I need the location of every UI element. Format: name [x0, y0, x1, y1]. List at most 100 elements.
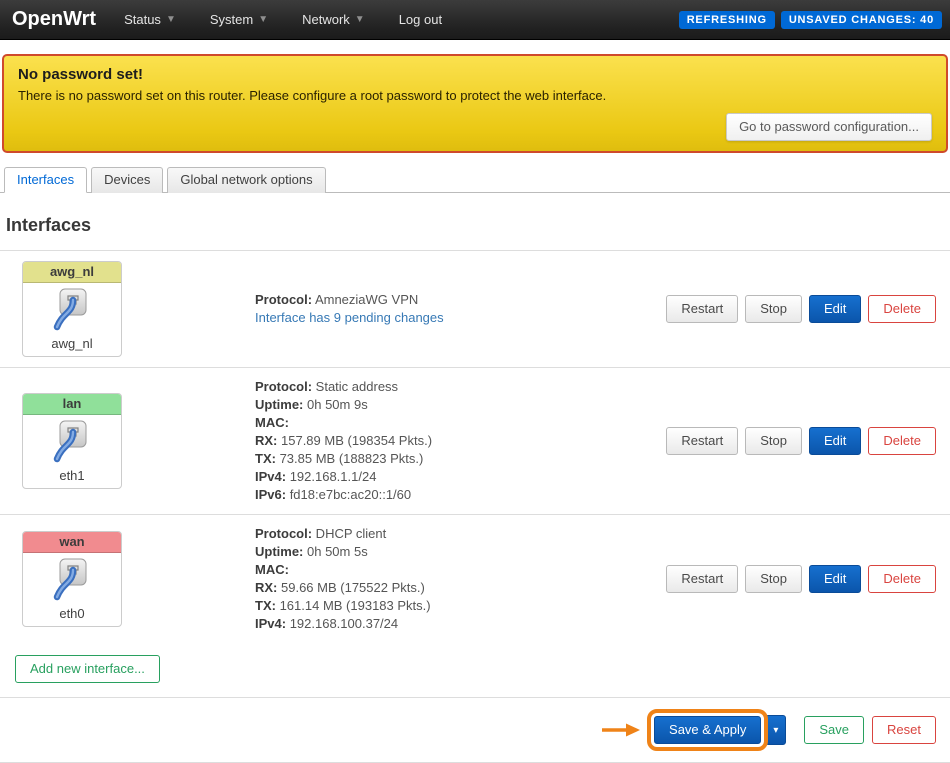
detail-value: 0h 50m 9s	[303, 397, 367, 412]
reset-button[interactable]: Reset	[872, 716, 936, 744]
page-title: Interfaces	[6, 215, 950, 236]
no-password-alert: No password set! There is no password se…	[2, 54, 948, 153]
detail-line: RX: 59.66 MB (175522 Pkts.)	[255, 579, 660, 597]
interface-details: Protocol: DHCP clientUptime: 0h 50m 5sMA…	[255, 525, 660, 633]
detail-label: IPv4:	[255, 616, 286, 631]
detail-label: Protocol:	[255, 292, 312, 307]
interface-row: awg_nl awg_nl Protocol: AmneziaWG VPNInt…	[0, 250, 950, 367]
nav-item-status[interactable]: Status▼	[124, 12, 176, 27]
chevron-down-icon: ▼	[166, 15, 176, 25]
stop-button[interactable]: Stop	[745, 565, 802, 593]
interface-actions: Restart Stop Edit Delete	[660, 565, 950, 593]
delete-button[interactable]: Delete	[868, 427, 936, 455]
detail-line: RX: 157.89 MB (198354 Pkts.)	[255, 432, 660, 450]
interface-status-box: wan eth0	[22, 531, 122, 627]
interface-row: wan eth0 Protocol: DHCP clientUptime: 0h…	[0, 514, 950, 643]
tab-global-network-options[interactable]: Global network options	[167, 167, 325, 193]
interface-name: lan	[23, 394, 121, 415]
interface-actions: Restart Stop Edit Delete	[660, 295, 950, 323]
interface-device: eth1	[25, 468, 119, 483]
detail-value: 0h 50m 5s	[303, 544, 367, 559]
save-apply-button[interactable]: Save & Apply	[654, 716, 761, 744]
interface-name: wan	[23, 532, 121, 553]
annotation-arrow-icon	[600, 722, 642, 738]
nav-item-system[interactable]: System▼	[210, 12, 268, 27]
detail-label: Protocol:	[255, 526, 312, 541]
detail-label: MAC:	[255, 562, 289, 577]
restart-button[interactable]: Restart	[666, 565, 738, 593]
detail-label: IPv4:	[255, 469, 286, 484]
footer-actions: Save & Apply ▾ Save Reset	[0, 697, 950, 763]
nav-status-badges: REFRESHING UNSAVED CHANGES: 40	[679, 11, 942, 29]
detail-line: MAC:	[255, 561, 660, 579]
tab-interfaces[interactable]: Interfaces	[4, 167, 87, 193]
save-apply-dropdown-button[interactable]: ▾	[765, 715, 786, 745]
add-new-interface-button[interactable]: Add new interface...	[15, 655, 160, 683]
detail-label: MAC:	[255, 415, 289, 430]
delete-button[interactable]: Delete	[868, 565, 936, 593]
detail-value: Static address	[312, 379, 398, 394]
tab-devices[interactable]: Devices	[91, 167, 163, 193]
ethernet-port-icon	[49, 557, 95, 605]
network-tabs: InterfacesDevicesGlobal network options	[0, 166, 950, 193]
ethernet-port-icon	[49, 287, 95, 335]
detail-label: IPv6:	[255, 487, 286, 502]
interface-device: eth0	[25, 606, 119, 621]
chevron-down-icon: ▾	[773, 723, 778, 739]
status-badge-unsaved-changes[interactable]: UNSAVED CHANGES: 40	[781, 11, 942, 29]
detail-line: Uptime: 0h 50m 5s	[255, 543, 660, 561]
save-button[interactable]: Save	[804, 716, 864, 744]
interfaces-table: awg_nl awg_nl Protocol: AmneziaWG VPNInt…	[0, 250, 950, 643]
interface-name: awg_nl	[23, 262, 121, 283]
detail-value: 192.168.1.1/24	[286, 469, 376, 484]
restart-button[interactable]: Restart	[666, 427, 738, 455]
detail-line: MAC:	[255, 414, 660, 432]
openwrt-brand[interactable]: OpenWrt	[12, 8, 96, 31]
detail-value: 73.85 MB (188823 Pkts.)	[276, 451, 423, 466]
top-navbar: OpenWrt Status▼ System▼ Network▼ Log out RE…	[0, 0, 950, 40]
detail-label: RX:	[255, 580, 277, 595]
edit-button[interactable]: Edit	[809, 295, 861, 323]
delete-button[interactable]: Delete	[868, 295, 936, 323]
edit-button[interactable]: Edit	[809, 565, 861, 593]
detail-value: AmneziaWG VPN	[312, 292, 418, 307]
detail-value: 192.168.100.37/24	[286, 616, 398, 631]
ethernet-port-icon	[49, 419, 95, 467]
detail-value: 157.89 MB (198354 Pkts.)	[277, 433, 432, 448]
interface-status-box: awg_nl awg_nl	[22, 261, 122, 357]
go-to-password-configuration-button[interactable]: Go to password configuration...	[726, 113, 932, 141]
interface-row: lan eth1 Protocol: Static addressUptime:…	[0, 367, 950, 514]
interface-details: Protocol: AmneziaWG VPNInterface has 9 p…	[255, 291, 660, 327]
interface-status-box: lan eth1	[22, 393, 122, 489]
detail-line: IPv4: 192.168.100.37/24	[255, 615, 660, 633]
nav-item-network[interactable]: Network▼	[302, 12, 365, 27]
detail-line: IPv4: 192.168.1.1/24	[255, 468, 660, 486]
alert-title: No password set!	[18, 66, 932, 83]
edit-button[interactable]: Edit	[809, 427, 861, 455]
detail-line: Uptime: 0h 50m 9s	[255, 396, 660, 414]
stop-button[interactable]: Stop	[745, 427, 802, 455]
alert-message: There is no password set on this router.…	[18, 88, 932, 103]
detail-line: Protocol: Static address	[255, 378, 660, 396]
detail-value: 161.14 MB (193183 Pkts.)	[276, 598, 431, 613]
chevron-down-icon: ▼	[355, 15, 365, 25]
detail-value: fd18:e7bc:ac20::1/60	[286, 487, 411, 502]
pending-changes-link[interactable]: Interface has 9 pending changes	[255, 309, 444, 327]
nav-item-log-out[interactable]: Log out	[399, 12, 442, 27]
detail-line: Protocol: AmneziaWG VPN	[255, 291, 660, 309]
status-badge-refreshing[interactable]: REFRESHING	[679, 11, 775, 29]
detail-label: TX:	[255, 598, 276, 613]
detail-line: Protocol: DHCP client	[255, 525, 660, 543]
detail-label: Protocol:	[255, 379, 312, 394]
interface-actions: Restart Stop Edit Delete	[660, 427, 950, 455]
stop-button[interactable]: Stop	[745, 295, 802, 323]
detail-label: TX:	[255, 451, 276, 466]
interface-details: Protocol: Static addressUptime: 0h 50m 9…	[255, 378, 660, 504]
chevron-down-icon: ▼	[258, 15, 268, 25]
detail-label: RX:	[255, 433, 277, 448]
detail-line: IPv6: fd18:e7bc:ac20::1/60	[255, 486, 660, 504]
restart-button[interactable]: Restart	[666, 295, 738, 323]
detail-line: TX: 161.14 MB (193183 Pkts.)	[255, 597, 660, 615]
detail-line: TX: 73.85 MB (188823 Pkts.)	[255, 450, 660, 468]
detail-value: DHCP client	[312, 526, 386, 541]
